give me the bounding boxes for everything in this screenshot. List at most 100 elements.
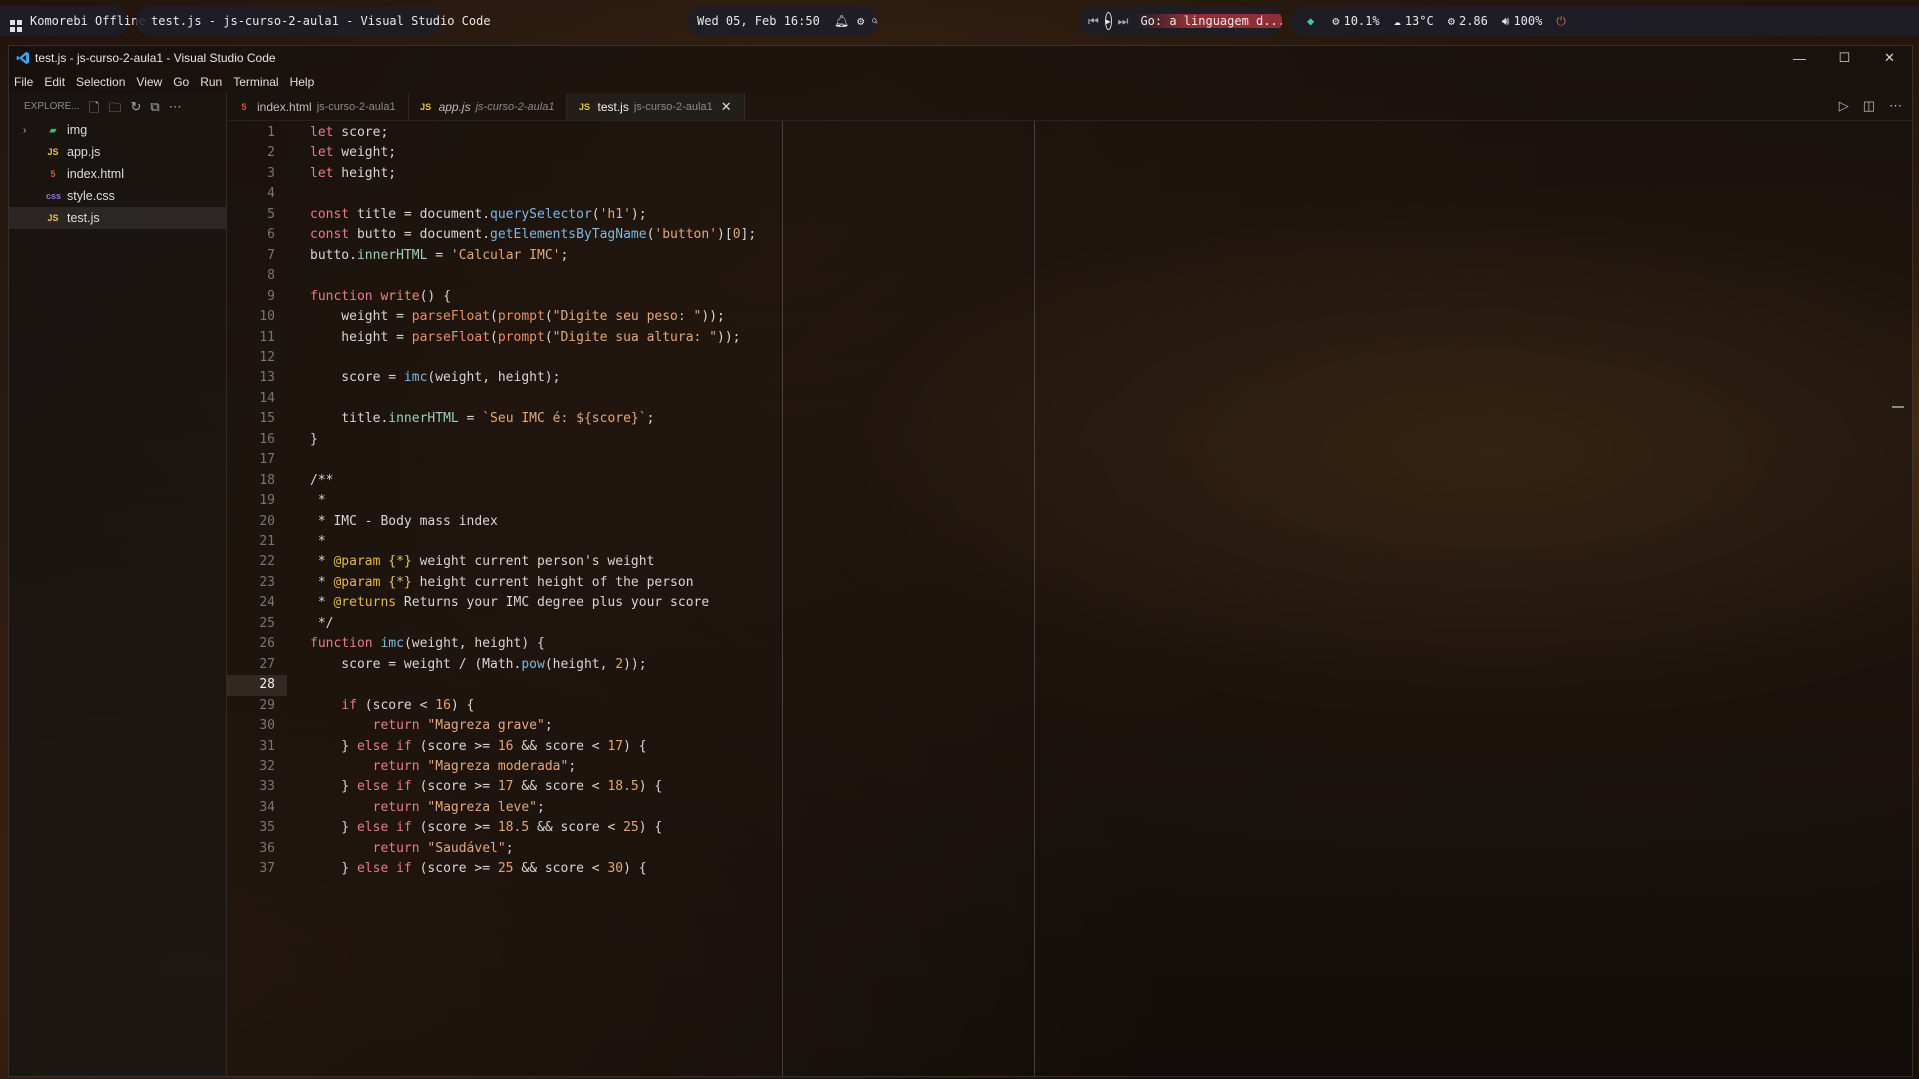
menu-selection[interactable]: Selection [71,75,131,89]
code-line[interactable]: * @param {*} height current height of th… [310,573,694,593]
active-window-pill[interactable]: test.js - js-curso-2-aula1 - Visual Stud… [136,6,491,36]
code-line[interactable]: return "Magreza leve"; [310,798,545,818]
code-line[interactable]: if (score < 16) { [310,696,474,716]
menu-run[interactable]: Run [195,75,228,89]
menu-view[interactable]: View [131,75,168,89]
code-line[interactable]: * [310,491,326,511]
volume-status[interactable]: 🔊︎ 100% [1502,14,1542,29]
code-line[interactable]: function write() { [310,287,451,307]
code-line[interactable]: return "Saudável"; [310,839,514,859]
line-number: 21 [259,534,275,549]
next-track-icon[interactable]: ⏭ [1118,14,1129,29]
chip-icon: ⚙ [1447,14,1455,28]
minimize-button[interactable]: — [1777,46,1822,70]
explorer-item-style-css[interactable]: css style.css [9,185,226,207]
explorer-item-img[interactable]: › ▰ img [9,119,226,141]
wifi-status[interactable]: ◆ [1307,14,1318,28]
menu-help[interactable]: Help [285,75,321,89]
code-line[interactable]: } else if (score >= 17 && score < 18.5) … [310,777,662,797]
explorer-sidebar: EXPLORE... 🗋 🗀 ↻ ⧉ ⋯ › ▰ img JS app.js 5 index… [9,93,227,1076]
explorer-item-app-js[interactable]: JS app.js [9,141,226,163]
code-line[interactable]: */ [310,614,334,634]
cpu-status: ⚙ 10.1% [1332,14,1379,28]
explorer-item-index-html[interactable]: 5 index.html [9,163,226,185]
menu-file[interactable]: File [9,75,39,89]
new-folder-icon[interactable]: 🗀 [108,99,121,121]
explorer-actions: 🗋 🗀 ↻ ⧉ ⋯ [89,99,182,121]
code-line[interactable]: const title = document.querySelector('h1… [310,205,647,225]
code-line[interactable]: score = weight / (Math.pow(height, 2)); [310,655,646,675]
menu-terminal[interactable]: Terminal [228,75,284,89]
close-window-button[interactable]: ✕ [1867,46,1912,70]
media-pill[interactable]: ⏮ ▶ ⏭ Go: a linguagem d... - [1080,6,1282,36]
tab-description: js-curso-2-aula1 [633,100,713,113]
tab-index-html[interactable]: 5 index.html js-curso-2-aula1 [227,93,409,120]
line-number: 30 [259,718,275,734]
line-number: 8 [267,268,275,284]
code-line[interactable]: weight = parseFloat(prompt("Digite seu p… [310,307,725,327]
scrollbar-marker[interactable] [1892,406,1904,408]
workspace-pill[interactable]: Komorebi Offline [0,6,146,36]
more-actions-icon[interactable]: ⋯ [169,99,182,121]
code-line[interactable]: /** [310,471,333,491]
refresh-icon[interactable]: ↻ [130,99,141,121]
more-editor-actions-icon[interactable]: ⋯ [1889,98,1902,114]
line-number: 6 [267,227,275,243]
explorer-item-test-js[interactable]: JS test.js [9,207,226,229]
code-editor[interactable]: 1 let score; 2 let weight; 3 let height; 4 5 con… [227,121,1912,1076]
collapse-all-icon[interactable]: ⧉ [150,99,159,121]
tab-label: app.js [438,99,471,114]
code-line[interactable]: } else if (score >= 25 && score < 30) { [310,859,646,879]
split-editor-icon[interactable]: ◫ [1863,98,1875,114]
bell-icon[interactable]: 🔔︎ [834,14,849,28]
explorer-item-label: img [67,123,88,137]
temperature-value: 13°C [1404,14,1434,28]
run-icon[interactable]: ▷ [1839,98,1849,114]
code-line[interactable]: * @param {*} weight current person's wei… [310,552,655,572]
wifi-icon: ◆ [1307,14,1315,28]
maximize-button[interactable]: ☐ [1822,46,1867,70]
line-number: 2 [267,145,275,161]
taskbar: Komorebi Offline test.js - js-curso-2-au… [0,0,1919,44]
code-line[interactable]: function imc(weight, height) { [310,634,545,654]
code-line[interactable]: } [310,430,318,450]
code-line[interactable]: let score; [310,123,388,143]
clock-pill[interactable]: Wed 05, Feb 16:50 🔔︎ ⚙ [688,6,878,36]
code-line[interactable]: } else if (score >= 18.5 && score < 25) … [310,818,662,838]
code-line[interactable]: return "Magreza moderada"; [310,757,577,777]
windows-logo-icon[interactable] [10,20,22,32]
ruler-line [782,121,783,1076]
code-line[interactable]: return "Magreza grave"; [310,716,553,736]
image-folder-icon: ▰ [49,124,57,135]
previous-track-icon[interactable]: ⏮ [1088,14,1099,29]
code-line[interactable]: title.innerHTML = `Seu IMC é: ${score}`; [310,409,654,429]
tab-test-js[interactable]: JS test.js js-curso-2-aula1 ✕ [567,93,745,120]
code-line[interactable]: score = imc(weight, height); [310,368,560,388]
menu-edit[interactable]: Edit [39,75,71,89]
explorer-item-label: app.js [67,145,101,159]
code-line[interactable]: const butto = document.getElementsByTagN… [310,225,756,245]
system-stats-pill[interactable]: ◆ ⚙ 10.1% ☁ 13°C ⚙ 2.86 🔊︎ 100% ⏻ [1290,6,1919,36]
code-line[interactable]: butto.innerHTML = 'Calcular IMC'; [310,246,568,266]
line-number: 12 [259,349,275,365]
power-icon[interactable]: ⏻ [1556,14,1566,29]
close-tab-icon[interactable]: ✕ [721,99,732,115]
code-line[interactable]: let height; [310,164,396,184]
code-line[interactable]: let weight; [310,143,396,163]
title-bar[interactable]: test.js - js-curso-2-aula1 - Visual Stud… [9,46,1912,70]
tab-app-js[interactable]: JS app.js js-curso-2-aula1 [409,93,568,120]
code-line[interactable]: height = parseFloat(prompt("Digite sua a… [310,328,740,348]
menu-go[interactable]: Go [168,75,195,89]
line-number: 9 [267,288,275,304]
chevron-right-icon[interactable]: › [23,125,26,136]
code-line[interactable]: * @returns Returns your IMC degree plus … [310,593,709,613]
new-file-icon[interactable]: 🗋 [89,99,99,121]
play-icon[interactable]: ▶ [1104,12,1112,30]
gear-icon[interactable]: ⚙ [857,14,864,28]
file-tree: › ▰ img JS app.js 5 index.html css style.css JS te… [9,119,226,229]
code-line[interactable]: } else if (score >= 16 && score < 17) { [310,737,646,757]
code-line[interactable]: * IMC - Body mass index [310,512,498,532]
line-number: 31 [259,738,275,754]
search-icon[interactable] [872,15,878,27]
code-line[interactable]: * [310,532,326,552]
